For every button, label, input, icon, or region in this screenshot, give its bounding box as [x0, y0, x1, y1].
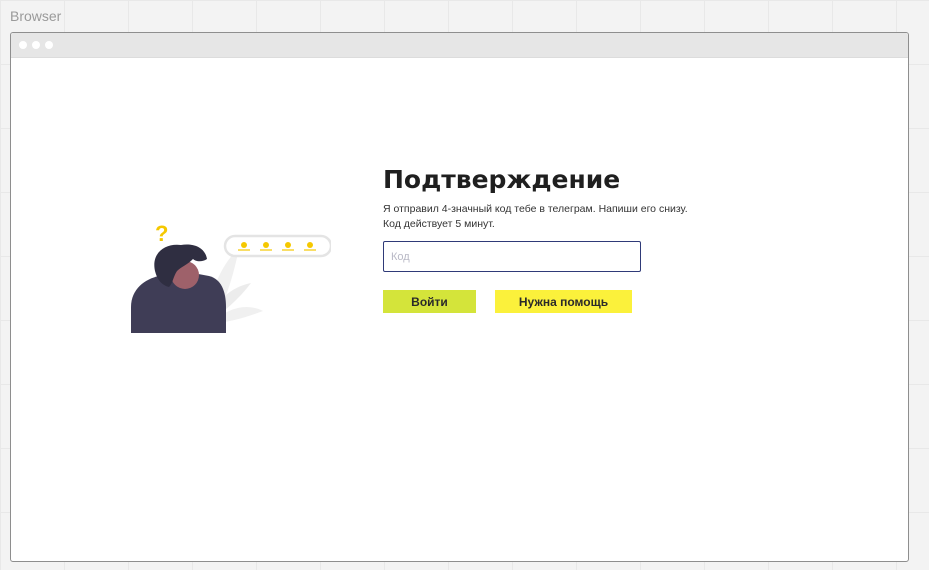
- instructions-line: Код действует 5 минут.: [383, 218, 495, 230]
- code-input[interactable]: [383, 241, 641, 272]
- instructions-line: Я отправил 4-значный код тебе в телеграм…: [383, 203, 688, 215]
- code-bubble-icon: [223, 234, 331, 258]
- help-button[interactable]: Нужна помощь: [495, 290, 632, 313]
- window-dot-icon: [32, 41, 40, 49]
- login-button[interactable]: Войти: [383, 290, 476, 313]
- window-dot-icon: [45, 41, 53, 49]
- question-mark-icon: ?: [155, 221, 168, 246]
- instructions-text: Я отправил 4-значный код тебе в телеграм…: [383, 202, 743, 232]
- action-buttons: Войти Нужна помощь: [383, 290, 743, 313]
- page-title: Подтверждение: [383, 165, 621, 194]
- window-dot-icon: [19, 41, 27, 49]
- canvas-label: Browser: [10, 8, 62, 24]
- browser-window: ? Подтверждение Я отправил 4-значный код…: [10, 32, 909, 562]
- window-titlebar: [11, 33, 908, 58]
- person-confused-illustration: ?: [131, 221, 331, 333]
- confirmation-panel: Подтверждение Я отправил 4-значный код т…: [383, 165, 743, 313]
